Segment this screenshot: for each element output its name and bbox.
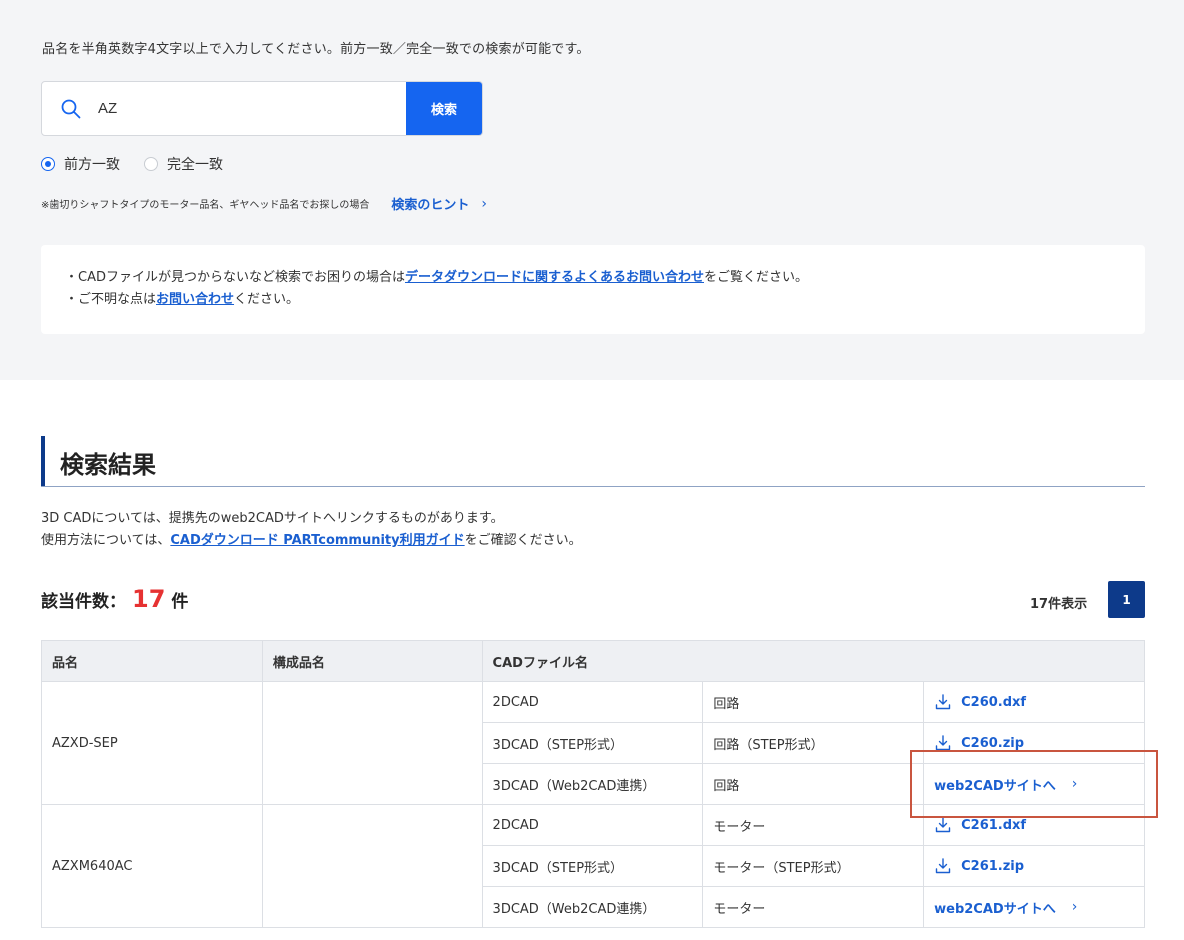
result-count: 該当件数： 17 件 <box>41 585 188 613</box>
cad-type-cell: 2DCAD <box>481 804 704 846</box>
search-input[interactable] <box>98 82 398 135</box>
notice-text: ください。 <box>234 292 300 307</box>
results-heading: 検索結果 <box>41 436 1145 487</box>
radio-unchecked-icon[interactable] <box>144 157 158 171</box>
cad-part-cell: モーター <box>702 886 925 928</box>
radio-checked-icon[interactable] <box>41 157 55 171</box>
search-hint-row: ※歯切りシャフトタイプのモーター品名、ギヤヘッド品名でお探しの場合 検索のヒント… <box>41 194 488 214</box>
hint-link-label: 検索のヒント <box>391 198 470 213</box>
count-label: 該当件数： <box>41 592 126 612</box>
search-instruction: 品名を半角英数字4文字以上で入力してください。前方一致／完全一致での検索が可能で… <box>42 42 590 57</box>
faq-link[interactable]: データダウンロードに関するよくあるお問い合わせ <box>405 270 704 285</box>
web2cad-link[interactable]: web2CADサイトへ › <box>934 775 1144 794</box>
radio-label: 完全一致 <box>167 157 223 173</box>
cad-file-cell: C260.dxf <box>923 681 1145 723</box>
cad-type-cell: 2DCAD <box>481 681 704 723</box>
page-title: 検索結果 <box>60 451 156 479</box>
download-link-label: C260.dxf <box>961 694 1027 710</box>
notice-line-1: ・CADファイルが見つからないなど検索でお困りの場合はデータダウンロードに関する… <box>65 267 1121 289</box>
chevron-right-icon: › <box>1071 776 1078 792</box>
count-unit: 件 <box>171 592 189 612</box>
notice-text: ・ご不明な点は <box>65 292 157 307</box>
cad-file-cell: C261.zip <box>923 845 1145 887</box>
download-link-label: C261.zip <box>961 858 1025 874</box>
desc-text: をご確認ください。 <box>464 533 582 548</box>
cad-file-cell: C260.zip <box>923 722 1145 764</box>
notice-box: ・CADファイルが見つからないなど検索でお困りの場合はデータダウンロードに関する… <box>41 245 1145 334</box>
table-row: AZXM640AC 2DCAD モーター C261.dxf <box>41 804 1145 928</box>
cad-file-cell: web2CADサイトへ › <box>923 886 1145 928</box>
download-link-label: C261.dxf <box>961 817 1027 833</box>
cad-type-cell: 3DCAD（STEP形式） <box>481 722 704 764</box>
cad-type-cell: 3DCAD（STEP形式） <box>481 845 704 887</box>
contact-link[interactable]: お問い合わせ <box>156 292 234 307</box>
chevron-right-icon: › <box>481 195 488 212</box>
notice-text: をご覧ください。 <box>704 270 809 285</box>
radio-prefix-match[interactable]: 前方一致 <box>41 154 120 174</box>
cad-part-cell: 回路（STEP形式） <box>702 722 925 764</box>
download-link[interactable]: C261.dxf <box>934 816 1144 834</box>
search-box: 検索 <box>41 81 483 136</box>
hint-note: ※歯切りシャフトタイプのモーター品名、ギヤヘッド品名でお探しの場合 <box>41 200 370 211</box>
heading-accent-bar <box>41 436 45 486</box>
guide-link[interactable]: CADダウンロード PARTcommunity利用ガイド <box>170 533 464 548</box>
chevron-right-icon: › <box>1071 899 1078 915</box>
results-description: 3D CADについては、提携先のweb2CADサイトへリンクするものがあります。… <box>41 508 582 552</box>
download-icon <box>935 858 951 874</box>
product-name-cell: AZXD-SEP <box>41 681 263 805</box>
download-link[interactable]: C260.dxf <box>934 693 1144 711</box>
desc-line-1: 3D CADについては、提携先のweb2CADサイトへリンクするものがあります。 <box>41 511 504 526</box>
download-link[interactable]: C261.zip <box>934 857 1144 875</box>
radio-label: 前方一致 <box>64 157 120 173</box>
header-component-name: 構成品名 <box>261 640 483 682</box>
cad-part-cell: 回路 <box>702 681 925 723</box>
pagination-page-button[interactable]: 1 <box>1108 581 1145 618</box>
web2cad-link[interactable]: web2CADサイトへ › <box>934 898 1144 917</box>
download-icon <box>935 694 951 710</box>
search-panel: 品名を半角英数字4文字以上で入力してください。前方一致／完全一致での検索が可能で… <box>0 0 1184 380</box>
desc-line-2: 使用方法については、CADダウンロード PARTcommunity利用ガイドをご… <box>41 530 582 552</box>
download-icon <box>935 735 951 751</box>
table-row: AZXD-SEP 2DCAD 回路 C260.dxf <box>41 681 1145 805</box>
notice-line-2: ・ご不明な点はお問い合わせください。 <box>65 289 1121 311</box>
search-hint-link[interactable]: 検索のヒント › <box>391 194 488 214</box>
header-product-name: 品名 <box>41 640 263 682</box>
radio-exact-match[interactable]: 完全一致 <box>144 154 223 174</box>
cad-part-cell: 回路 <box>702 763 925 805</box>
search-icon <box>61 99 81 119</box>
table-header-row: 品名 構成品名 CADファイル名 <box>41 640 1146 682</box>
notice-text: ・CADファイルが見つからないなど検索でお困りの場合は <box>65 270 405 285</box>
web2cad-link-label: web2CADサイトへ <box>934 778 1056 794</box>
cad-type-cell: 3DCAD（Web2CAD連携） <box>481 886 704 928</box>
match-type-radio-group: 前方一致 完全一致 <box>41 154 247 174</box>
display-count: 17件表示 <box>1030 597 1088 612</box>
results-table: 品名 構成品名 CADファイル名 AZXD-SEP 2DCAD 回路 C260.… <box>41 640 1146 928</box>
component-name-cell <box>261 804 483 928</box>
download-icon <box>935 817 951 833</box>
cad-part-cell: モーター（STEP形式） <box>702 845 925 887</box>
download-link[interactable]: C260.zip <box>934 734 1144 752</box>
cad-file-cell: web2CADサイトへ › <box>923 763 1145 805</box>
search-button[interactable]: 検索 <box>406 82 482 135</box>
download-link-label: C260.zip <box>961 735 1025 751</box>
web2cad-link-label: web2CADサイトへ <box>934 901 1056 917</box>
product-name-cell: AZXM640AC <box>41 804 263 928</box>
cad-type-cell: 3DCAD（Web2CAD連携） <box>481 763 704 805</box>
component-name-cell <box>261 681 483 805</box>
count-number: 17 <box>132 585 166 613</box>
cad-file-cell: C261.dxf <box>923 804 1145 846</box>
header-cad-file-name: CADファイル名 <box>481 640 1146 682</box>
cad-part-cell: モーター <box>702 804 925 846</box>
desc-text: 使用方法については、 <box>41 533 171 548</box>
